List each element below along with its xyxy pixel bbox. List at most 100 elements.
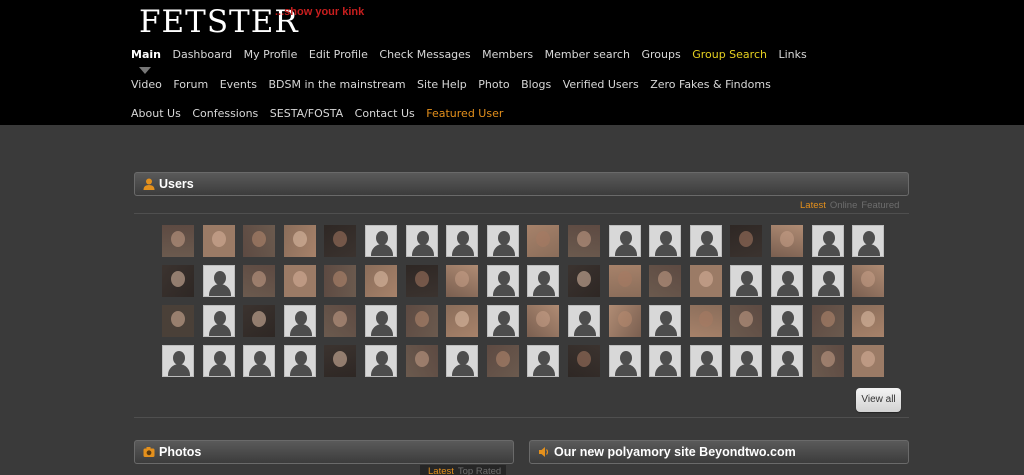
nav-forum[interactable]: Forum: [173, 78, 208, 94]
user-avatar-photo[interactable]: [324, 265, 357, 297]
default-avatar-icon[interactable]: [608, 225, 641, 257]
nav-links[interactable]: Links: [778, 48, 806, 64]
promo-panel-title[interactable]: Our new polyamory site Beyondtwo.com: [554, 445, 796, 459]
tab-online[interactable]: Online: [830, 200, 857, 211]
user-avatar-photo[interactable]: [567, 225, 600, 257]
user-avatar-photo[interactable]: [324, 345, 357, 377]
default-avatar-icon[interactable]: [527, 265, 560, 297]
default-avatar-icon[interactable]: [811, 225, 844, 257]
default-avatar-icon[interactable]: [486, 265, 519, 297]
nav-site-help[interactable]: Site Help: [417, 78, 467, 94]
user-avatar-photo[interactable]: [852, 305, 885, 337]
user-avatar-photo[interactable]: [730, 225, 763, 257]
nav-edit-profile[interactable]: Edit Profile: [309, 48, 368, 64]
default-avatar-icon[interactable]: [689, 345, 722, 377]
photos-tab-top-rated[interactable]: Top Rated: [458, 466, 501, 475]
user-avatar-photo[interactable]: [486, 345, 519, 377]
default-avatar-icon[interactable]: [527, 345, 560, 377]
user-avatar-photo[interactable]: [608, 305, 641, 337]
nav-dashboard[interactable]: Dashboard: [172, 48, 232, 64]
user-avatar-photo[interactable]: [324, 225, 357, 257]
default-avatar-icon[interactable]: [608, 345, 641, 377]
user-avatar-photo[interactable]: [689, 305, 722, 337]
default-avatar-icon[interactable]: [202, 345, 235, 377]
user-avatar-photo[interactable]: [608, 265, 641, 297]
photos-tab-latest[interactable]: Latest: [428, 466, 454, 475]
default-avatar-icon[interactable]: [202, 305, 235, 337]
user-avatar-photo[interactable]: [446, 265, 479, 297]
user-avatar-photo[interactable]: [446, 305, 479, 337]
user-avatar-photo[interactable]: [527, 305, 560, 337]
default-avatar-icon[interactable]: [364, 305, 397, 337]
nav-members[interactable]: Members: [482, 48, 533, 64]
user-avatar-photo[interactable]: [649, 265, 682, 297]
user-avatar-photo[interactable]: [567, 345, 600, 377]
default-avatar-icon[interactable]: [649, 305, 682, 337]
user-avatar-photo[interactable]: [283, 225, 316, 257]
default-avatar-icon[interactable]: [811, 265, 844, 297]
nav-my-profile[interactable]: My Profile: [244, 48, 298, 64]
default-avatar-icon[interactable]: [770, 305, 803, 337]
nav-zero-fakes[interactable]: Zero Fakes & Findoms: [650, 78, 771, 94]
default-avatar-icon[interactable]: [283, 345, 316, 377]
default-avatar-icon[interactable]: [405, 225, 438, 257]
tab-latest[interactable]: Latest: [800, 200, 826, 211]
nav-about-us[interactable]: About Us: [131, 107, 181, 123]
default-avatar-icon[interactable]: [486, 305, 519, 337]
user-avatar-photo[interactable]: [567, 265, 600, 297]
view-all-button[interactable]: View all: [856, 388, 901, 412]
user-avatar-photo[interactable]: [527, 225, 560, 257]
default-avatar-icon[interactable]: [446, 345, 479, 377]
default-avatar-icon[interactable]: [243, 345, 276, 377]
user-avatar-photo[interactable]: [770, 225, 803, 257]
nav-blogs[interactable]: Blogs: [521, 78, 551, 94]
user-avatar-photo[interactable]: [162, 265, 194, 297]
user-avatar-photo[interactable]: [283, 265, 316, 297]
user-avatar-photo[interactable]: [405, 345, 438, 377]
nav-sesta-fosta[interactable]: SESTA/FOSTA: [270, 107, 343, 123]
user-avatar-photo[interactable]: [162, 305, 194, 337]
default-avatar-icon[interactable]: [770, 345, 803, 377]
user-avatar-photo[interactable]: [405, 305, 438, 337]
user-avatar-photo[interactable]: [202, 225, 235, 257]
default-avatar-icon[interactable]: [730, 345, 763, 377]
user-avatar-photo[interactable]: [364, 265, 397, 297]
user-avatar-photo[interactable]: [324, 305, 357, 337]
user-avatar-photo[interactable]: [730, 305, 763, 337]
default-avatar-icon[interactable]: [730, 265, 763, 297]
default-avatar-icon[interactable]: [162, 345, 194, 377]
user-avatar-photo[interactable]: [852, 265, 885, 297]
default-avatar-icon[interactable]: [446, 225, 479, 257]
default-avatar-icon[interactable]: [202, 265, 235, 297]
user-avatar-photo[interactable]: [243, 225, 276, 257]
user-avatar-photo[interactable]: [243, 305, 276, 337]
default-avatar-icon[interactable]: [689, 225, 722, 257]
default-avatar-icon[interactable]: [852, 225, 885, 257]
default-avatar-icon[interactable]: [649, 345, 682, 377]
nav-check-messages[interactable]: Check Messages: [379, 48, 470, 64]
nav-bdsm-mainstream[interactable]: BDSM in the mainstream: [268, 78, 405, 94]
user-avatar-photo[interactable]: [162, 225, 194, 257]
tab-featured[interactable]: Featured: [861, 200, 899, 211]
nav-main[interactable]: Main: [131, 48, 161, 64]
default-avatar-icon[interactable]: [770, 265, 803, 297]
default-avatar-icon[interactable]: [649, 225, 682, 257]
nav-groups[interactable]: Groups: [641, 48, 680, 64]
user-avatar-photo[interactable]: [405, 265, 438, 297]
nav-group-search[interactable]: Group Search: [692, 48, 767, 64]
nav-photo[interactable]: Photo: [478, 78, 509, 94]
nav-events[interactable]: Events: [220, 78, 257, 94]
user-avatar-photo[interactable]: [852, 345, 885, 377]
default-avatar-icon[interactable]: [567, 305, 600, 337]
default-avatar-icon[interactable]: [486, 225, 519, 257]
nav-member-search[interactable]: Member search: [545, 48, 630, 64]
default-avatar-icon[interactable]: [283, 305, 316, 337]
user-avatar-photo[interactable]: [243, 265, 276, 297]
default-avatar-icon[interactable]: [364, 225, 397, 257]
user-avatar-photo[interactable]: [811, 305, 844, 337]
user-avatar-photo[interactable]: [811, 345, 844, 377]
default-avatar-icon[interactable]: [364, 345, 397, 377]
nav-verified-users[interactable]: Verified Users: [563, 78, 639, 94]
nav-contact-us[interactable]: Contact Us: [355, 107, 415, 123]
user-avatar-photo[interactable]: [689, 265, 722, 297]
